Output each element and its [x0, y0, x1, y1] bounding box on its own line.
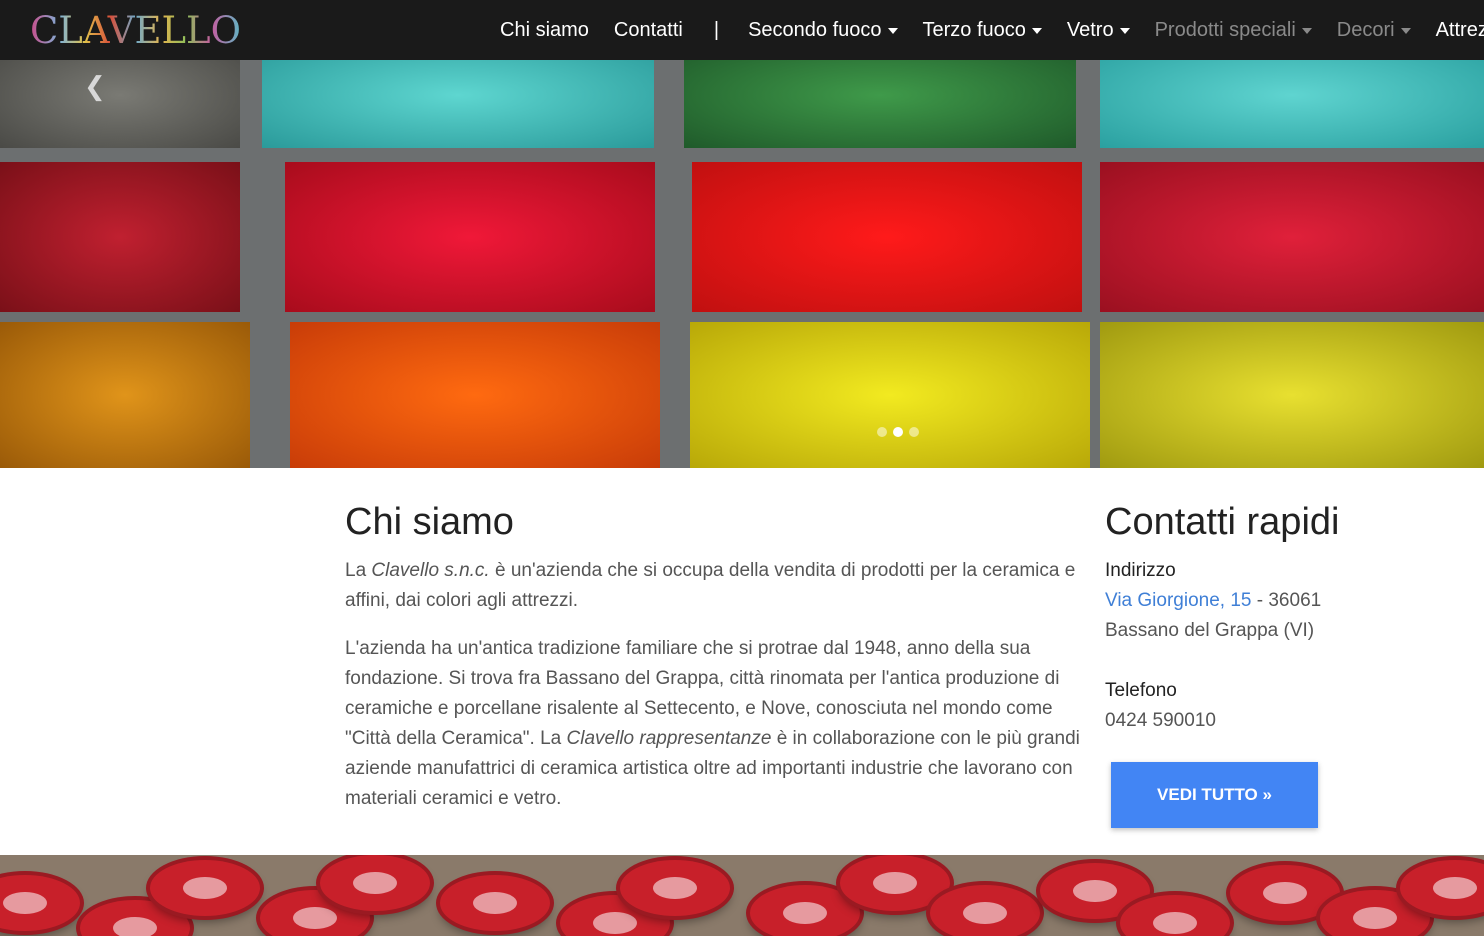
company-name: Clavello s.n.c.: [371, 560, 490, 581]
carousel-dot[interactable]: [877, 427, 887, 437]
phone-label: Telefono: [1105, 680, 1177, 701]
bottle-cap: [930, 885, 1040, 936]
pigment-cell-yellow-2: [1100, 322, 1484, 468]
pigment-cell-dark-red: [0, 162, 240, 312]
pigment-cell-yellow: [690, 322, 1090, 468]
nav-item-prodotti-speciali[interactable]: Prodotti speciali: [1155, 19, 1312, 42]
pigment-cell-cyan-2: [1100, 60, 1484, 148]
see-all-button[interactable]: VEDI TUTTO »: [1111, 762, 1318, 828]
about-paragraph-2: L'azienda ha un'antica tradizione famili…: [345, 638, 1080, 809]
pigment-cell-red-2: [1100, 162, 1484, 312]
bottle-cap: [320, 855, 430, 911]
nav-item-label: Secondo fuoco: [748, 18, 882, 41]
nav-item-label: Prodotti speciali: [1154, 18, 1296, 41]
about-title: Chi siamo: [345, 501, 514, 543]
bottle-cap: [0, 875, 80, 931]
phone-number: 0424 590010: [1105, 710, 1216, 731]
bottle-cap: [440, 875, 550, 931]
hero-carousel: ❮: [0, 60, 1484, 468]
caret-down-icon: [887, 28, 898, 34]
nav-item-label: Contatti: [613, 18, 683, 41]
nav-separator: |: [713, 18, 720, 41]
nav-item-label: Terzo fuoco: [922, 18, 1026, 41]
brand-logo[interactable]: CLAVELLO: [30, 11, 241, 51]
caret-down-icon: [1031, 28, 1042, 34]
carousel-dot[interactable]: [909, 427, 919, 437]
company-division: Clavello rappresentanze: [566, 728, 772, 749]
nav-item-secondo-fuoco[interactable]: Secondo fuoco: [748, 18, 898, 42]
about-section: Chi siamo La Clavello s.n.c. è un'aziend…: [345, 498, 1080, 832]
quick-contacts: Contatti rapidi Indirizzo Via Giorgione,…: [1105, 498, 1465, 828]
pigment-cell-orange: [290, 322, 660, 468]
pigment-cell-red: [285, 162, 655, 312]
caret-down-icon: [1119, 28, 1130, 34]
address-link[interactable]: Via Giorgione, 15: [1105, 590, 1251, 611]
address-city: Bassano del Grappa (VI): [1105, 620, 1315, 641]
bottle-cap: [620, 860, 730, 916]
nav-item-label: Decori: [1336, 18, 1395, 41]
carousel-dot-active[interactable]: [893, 427, 903, 437]
caret-down-icon: [1301, 28, 1312, 34]
about-paragraph-1: La Clavello s.n.c. è un'azienda che si o…: [345, 560, 1076, 611]
pigment-cell-cyan: [262, 60, 654, 148]
nav-item-label: Vetro: [1066, 18, 1114, 41]
bottle-cap: [150, 860, 260, 916]
navbar: CLAVELLO Chi siamo Contatti | Secondo fu…: [0, 0, 1484, 60]
nav-item-chi-siamo[interactable]: Chi siamo: [500, 19, 589, 42]
nav-item-terzo-fuoco[interactable]: Terzo fuoco: [923, 19, 1042, 42]
contacts-title: Contatti rapidi: [1105, 501, 1340, 543]
pigment-cell-gray: [0, 60, 240, 148]
nav-item-vetro[interactable]: Vetro: [1067, 19, 1130, 42]
caret-down-icon: [1400, 28, 1411, 34]
nav-item-decori[interactable]: Decori: [1337, 19, 1411, 42]
pigment-cell-ochre: [0, 322, 250, 468]
carousel-indicators: [877, 427, 925, 437]
nav-item-attrezzi[interactable]: Attrez: [1436, 19, 1484, 42]
nav-item-label: Attrez: [1435, 18, 1484, 41]
nav-item-contatti[interactable]: Contatti: [614, 19, 683, 42]
bottom-image-band: [0, 855, 1484, 936]
address-label: Indirizzo: [1105, 560, 1176, 581]
address-line: Via Giorgione, 15 - 36061: [1105, 590, 1322, 611]
chevron-left-icon[interactable]: ❮: [84, 72, 106, 102]
nav-menu: Chi siamo Contatti | Secondo fuoco Terzo…: [500, 0, 1484, 60]
pigment-cell-green: [684, 60, 1076, 148]
nav-item-label: Chi siamo: [500, 18, 589, 41]
pigment-cell-bright-red: [692, 162, 1082, 312]
